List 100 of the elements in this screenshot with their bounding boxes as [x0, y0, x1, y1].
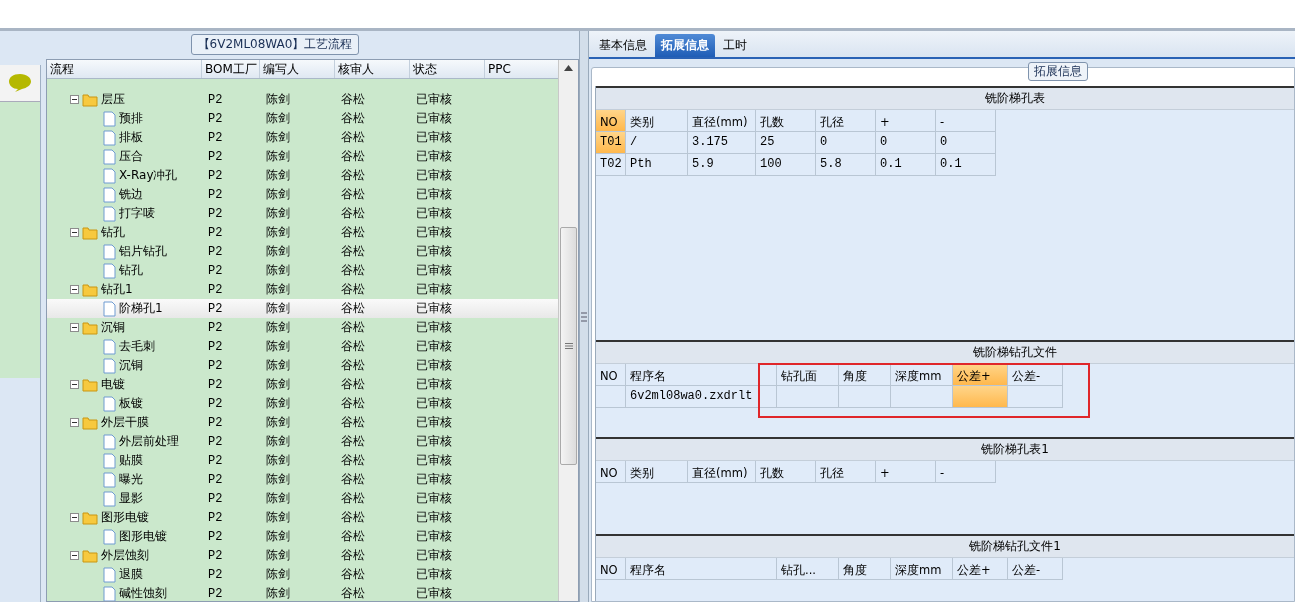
collapse-icon[interactable] — [70, 95, 79, 104]
tree-row[interactable]: 钻孔 P2 陈剑 谷松 已审核 — [47, 261, 558, 280]
reviewer: 谷松 — [340, 547, 366, 564]
tree-row[interactable]: 碱性蚀刻 P2 陈剑 谷松 已审核 — [47, 584, 558, 601]
tree-row[interactable]: 预排 P2 陈剑 谷松 已审核 — [47, 109, 558, 128]
table-cell: 5.8 — [816, 154, 876, 176]
column-header[interactable]: - — [936, 110, 996, 132]
column-header[interactable]: 钻孔面 — [777, 364, 839, 386]
tree-row[interactable]: 外层干膜 P2 陈剑 谷松 已审核 — [47, 413, 558, 432]
column-header[interactable]: NO — [596, 364, 626, 386]
tree-row[interactable]: 外层前处理 P2 陈剑 谷松 已审核 — [47, 432, 558, 451]
column-header[interactable]: 孔数 — [756, 110, 816, 132]
tab[interactable]: 基本信息 — [593, 34, 653, 57]
tree-row[interactable]: 层压 P2 陈剑 谷松 已审核 — [47, 90, 558, 109]
tree-row[interactable]: 板镀 P2 陈剑 谷松 已审核 — [47, 394, 558, 413]
tree-row[interactable]: 电镀 P2 陈剑 谷松 已审核 — [47, 375, 558, 394]
scrollbar[interactable] — [558, 60, 578, 601]
tree-row[interactable]: 曝光 P2 陈剑 谷松 已审核 — [47, 470, 558, 489]
bom-factory: P2 — [207, 586, 224, 601]
column-header[interactable]: NO — [596, 110, 626, 132]
column-header[interactable]: 编写人 — [260, 60, 335, 78]
writer: 陈剑 — [265, 281, 291, 298]
tree-row[interactable]: 阶梯孔1 P2 陈剑 谷松 已审核 — [47, 299, 558, 318]
column-header[interactable]: 公差+ — [953, 364, 1008, 386]
step-name: 外层蚀刻 — [101, 547, 149, 564]
tree-row[interactable]: 钻孔1 P2 陈剑 谷松 已审核 — [47, 280, 558, 299]
collapse-icon[interactable] — [70, 513, 79, 522]
tree-row[interactable]: 铣边 P2 陈剑 谷松 已审核 — [47, 185, 558, 204]
column-header[interactable]: 类别 — [626, 461, 688, 483]
column-header[interactable]: 角度 — [839, 558, 891, 580]
tree-row[interactable]: 排板 P2 陈剑 谷松 已审核 — [47, 128, 558, 147]
tree-row[interactable]: 沉铜 P2 陈剑 谷松 已审核 — [47, 318, 558, 337]
reviewer: 谷松 — [340, 319, 366, 336]
column-header[interactable]: 程序名 — [626, 558, 777, 580]
reviewer: 谷松 — [340, 452, 366, 469]
step-name: 图形电镀 — [101, 509, 149, 526]
tree-row[interactable]: 显影 P2 陈剑 谷松 已审核 — [47, 489, 558, 508]
document-icon — [103, 129, 116, 146]
tab[interactable]: 拓展信息 — [655, 34, 715, 57]
tree-row[interactable]: 外层蚀刻 P2 陈剑 谷松 已审核 — [47, 546, 558, 565]
bom-factory: P2 — [207, 453, 224, 468]
table-cell: 6v2ml08wa0.zxdrlt — [626, 386, 777, 408]
document-icon — [103, 585, 116, 601]
status: 已审核 — [415, 528, 453, 545]
status: 已审核 — [415, 376, 453, 393]
tree-row[interactable]: X-Ray冲孔 P2 陈剑 谷松 已审核 — [47, 166, 558, 185]
column-header[interactable]: + — [876, 110, 936, 132]
tree-row[interactable]: 退膜 P2 陈剑 谷松 已审核 — [47, 565, 558, 584]
column-header[interactable]: 类别 — [626, 110, 688, 132]
collapse-icon[interactable] — [70, 551, 79, 560]
status: 已审核 — [415, 490, 453, 507]
column-header[interactable]: 公差+ — [953, 558, 1008, 580]
collapse-icon[interactable] — [70, 418, 79, 427]
column-header[interactable]: 深度mm — [891, 558, 953, 580]
reviewer: 谷松 — [340, 148, 366, 165]
folder-icon — [82, 548, 98, 563]
step-name: 去毛刺 — [119, 338, 155, 355]
column-header[interactable]: - — [936, 461, 996, 483]
column-header[interactable]: + — [876, 461, 936, 483]
collapse-icon[interactable] — [70, 285, 79, 294]
writer: 陈剑 — [265, 547, 291, 564]
column-header[interactable]: NO — [596, 558, 626, 580]
scroll-thumb[interactable] — [560, 227, 577, 465]
column-header[interactable]: BOM工厂 — [202, 60, 260, 78]
column-header[interactable]: 公差- — [1008, 558, 1063, 580]
collapse-icon[interactable] — [70, 228, 79, 237]
column-header[interactable]: 状态 — [410, 60, 485, 78]
document-icon — [103, 566, 116, 583]
column-header[interactable]: 程序名 — [626, 364, 777, 386]
tree-row[interactable]: 铝片钻孔 P2 陈剑 谷松 已审核 — [47, 242, 558, 261]
grip-icon — [581, 311, 587, 322]
column-header[interactable]: 深度mm — [891, 364, 953, 386]
tree-row[interactable]: 图形电镀 P2 陈剑 谷松 已审核 — [47, 508, 558, 527]
column-header[interactable]: 角度 — [839, 364, 891, 386]
tab[interactable]: 工时 — [717, 34, 753, 57]
collapse-icon[interactable] — [70, 323, 79, 332]
column-header[interactable]: 孔数 — [756, 461, 816, 483]
step-name: 钻孔 — [119, 262, 143, 279]
tree-row[interactable]: 去毛刺 P2 陈剑 谷松 已审核 — [47, 337, 558, 356]
column-header[interactable]: 核审人 — [335, 60, 410, 78]
collapse-icon[interactable] — [70, 380, 79, 389]
column-header[interactable]: 直径(mm) — [688, 110, 756, 132]
status: 已审核 — [415, 585, 453, 601]
writer: 陈剑 — [265, 452, 291, 469]
tree-row[interactable]: 贴膜 P2 陈剑 谷松 已审核 — [47, 451, 558, 470]
tree-row[interactable]: 图形电镀 P2 陈剑 谷松 已审核 — [47, 527, 558, 546]
tree-row[interactable]: 打字唛 P2 陈剑 谷松 已审核 — [47, 204, 558, 223]
writer: 陈剑 — [265, 243, 291, 260]
column-header[interactable]: 流程 — [47, 60, 202, 78]
scroll-up-icon[interactable] — [564, 65, 573, 71]
tree-row[interactable]: 钻孔 P2 陈剑 谷松 已审核 — [47, 223, 558, 242]
column-header[interactable]: 公差- — [1008, 364, 1063, 386]
column-header[interactable]: 直径(mm) — [688, 461, 756, 483]
status: 已审核 — [415, 471, 453, 488]
column-header[interactable]: 钻孔... — [777, 558, 839, 580]
column-header[interactable]: NO — [596, 461, 626, 483]
tree-row[interactable]: 压合 P2 陈剑 谷松 已审核 — [47, 147, 558, 166]
tree-row[interactable]: 沉铜 P2 陈剑 谷松 已审核 — [47, 356, 558, 375]
column-header[interactable]: 孔径 — [816, 110, 876, 132]
column-header[interactable]: 孔径 — [816, 461, 876, 483]
